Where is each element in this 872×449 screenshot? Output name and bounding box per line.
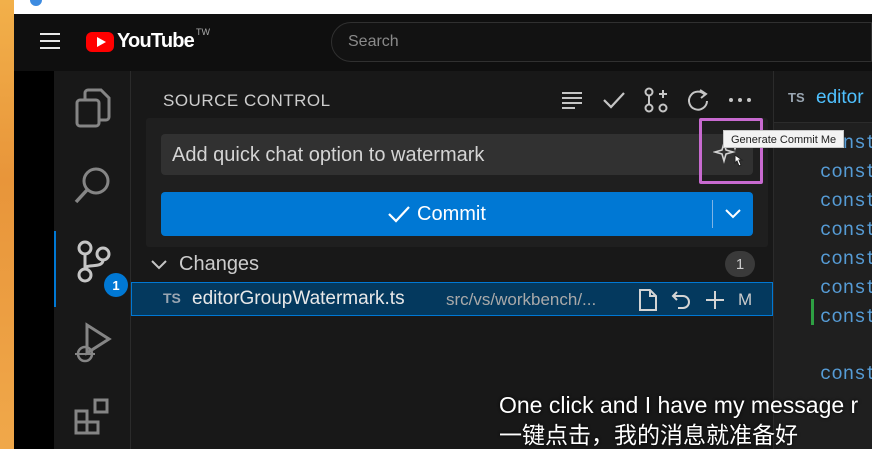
panel-title: SOURCE CONTROL bbox=[163, 91, 331, 110]
typescript-tab-icon: TS bbox=[788, 90, 805, 105]
source-control-icon[interactable]: 1 bbox=[54, 229, 131, 307]
chevron-down-icon bbox=[725, 209, 741, 219]
code-line: const bbox=[820, 190, 872, 212]
commit-main-action[interactable]: Commit bbox=[161, 192, 712, 236]
youtube-search-input[interactable] bbox=[332, 23, 871, 61]
commit-message-input[interactable]: Add quick chat option to watermark bbox=[161, 134, 753, 175]
subtitle-english: One click and I have my message r bbox=[499, 392, 859, 418]
file-name: editorGroupWatermark.ts bbox=[192, 288, 405, 309]
youtube-play-icon bbox=[86, 31, 114, 52]
create-pull-request-icon[interactable] bbox=[639, 87, 673, 113]
more-actions-icon[interactable] bbox=[723, 87, 757, 113]
video-letterbox bbox=[14, 71, 54, 449]
changes-group-header[interactable]: Changes 1 bbox=[149, 251, 771, 281]
code-line: const bbox=[820, 277, 872, 299]
file-status-modified: M bbox=[738, 290, 753, 309]
desktop-background bbox=[0, 0, 14, 449]
hamburger-menu-icon[interactable] bbox=[40, 33, 60, 49]
panel-toolbar bbox=[555, 87, 757, 113]
code-line: const bbox=[820, 248, 872, 270]
git-added-gutter-mark bbox=[811, 299, 814, 325]
browser-toolbar-edge bbox=[14, 0, 872, 14]
changes-count-badge: 1 bbox=[725, 251, 755, 277]
check-icon bbox=[388, 206, 410, 223]
activity-bar: 1 bbox=[54, 71, 131, 449]
changed-file-row[interactable]: TS editorGroupWatermark.ts src/vs/workbe… bbox=[131, 282, 773, 316]
commit-check-icon[interactable] bbox=[597, 87, 631, 113]
run-and-debug-icon[interactable] bbox=[54, 311, 131, 375]
commit-label: Commit bbox=[417, 202, 486, 225]
code-line: const bbox=[820, 161, 872, 183]
commit-dropdown-button[interactable] bbox=[713, 192, 753, 236]
refresh-icon[interactable] bbox=[681, 87, 715, 113]
youtube-logo-text: YouTube bbox=[117, 30, 195, 52]
code-line: const bbox=[820, 363, 872, 385]
explorer-icon[interactable] bbox=[54, 77, 131, 141]
youtube-header: YouTube TW bbox=[14, 14, 872, 71]
video-subtitles: One click and I have my message r 一键点击，我… bbox=[499, 390, 858, 449]
source-control-badge: 1 bbox=[104, 273, 128, 297]
editor-tab-label: editor bbox=[816, 87, 864, 108]
view-as-list-icon[interactable] bbox=[555, 87, 589, 113]
commit-button: Commit bbox=[161, 192, 753, 236]
subtitle-chinese: 一键点击，我的消息就准备好 bbox=[499, 422, 798, 448]
commit-area: Add quick chat option to watermark Commi… bbox=[146, 118, 768, 247]
code-line: const bbox=[820, 306, 872, 328]
open-file-icon[interactable] bbox=[632, 287, 662, 313]
code-line: const bbox=[820, 219, 872, 241]
chevron-down-icon bbox=[151, 260, 167, 270]
stage-changes-icon[interactable] bbox=[700, 287, 730, 313]
youtube-logo[interactable]: YouTube TW bbox=[86, 26, 210, 53]
typescript-file-icon: TS bbox=[163, 290, 181, 306]
file-path: src/vs/workbench/... bbox=[446, 290, 597, 309]
highlight-annotation bbox=[699, 118, 763, 184]
youtube-search-box bbox=[331, 22, 872, 62]
discard-changes-icon[interactable] bbox=[666, 287, 696, 313]
changes-label: Changes bbox=[179, 253, 260, 275]
sparkle-tooltip: Generate Commit Me bbox=[723, 130, 845, 148]
youtube-region-code: TW bbox=[195, 26, 210, 37]
browser-icon bbox=[30, 0, 42, 6]
file-row-actions: M bbox=[632, 287, 752, 313]
search-icon[interactable] bbox=[54, 153, 131, 217]
commit-message-value: Add quick chat option to watermark bbox=[172, 144, 485, 166]
editor-tab[interactable]: TS editor bbox=[774, 71, 872, 123]
extensions-icon[interactable] bbox=[54, 385, 131, 449]
